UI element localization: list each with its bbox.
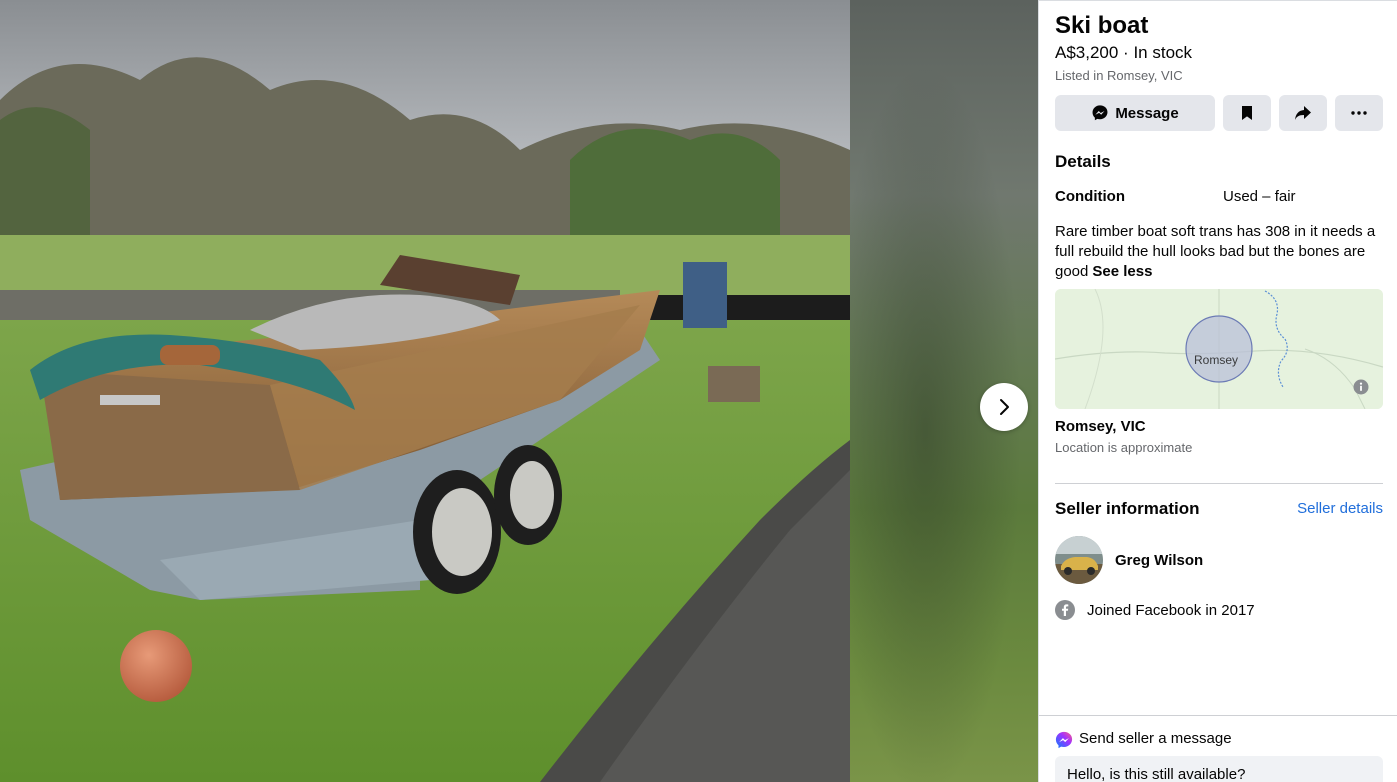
listing-photo [0,0,850,782]
seller-avatar[interactable] [1055,536,1103,584]
listing-location-line: Listed in Romsey, VIC [1055,68,1183,83]
listing-title: Ski boat [1055,12,1149,39]
location-note: Location is approximate [1055,440,1193,455]
section-divider [1055,483,1383,484]
avatar-image [1055,536,1103,584]
map-graphic [1055,289,1383,409]
facebook-icon [1055,600,1075,620]
listing-details-panel: Ski boat A$3,200 · In stock Listed in Ro… [1038,0,1397,782]
listing-price: A$3,200 · In stock [1055,43,1193,62]
condition-label: Condition [1055,188,1125,205]
location-map[interactable]: Romsey [1055,289,1383,409]
chevron-right-icon [1000,399,1009,415]
message-input[interactable] [1055,756,1383,782]
photo-viewer [0,0,1038,782]
info-icon[interactable] [1353,379,1369,395]
send-message-label: Send seller a message [1079,730,1232,747]
share-button[interactable] [1279,95,1327,131]
bookmark-icon [1242,106,1252,120]
see-less-link[interactable]: See less [1092,263,1152,280]
share-icon [1295,106,1311,120]
seller-info-heading: Seller information [1055,499,1200,518]
condition-value: Used – fair [1223,188,1296,205]
seller-details-link[interactable]: Seller details [1297,500,1383,517]
location-title: Romsey, VIC [1055,418,1146,435]
next-photo-button[interactable] [980,383,1028,431]
more-options-button[interactable] [1335,95,1383,131]
seller-name[interactable]: Greg Wilson [1115,552,1203,569]
listing-description: Rare timber boat soft trans has 308 in i… [1055,222,1385,282]
details-heading: Details [1055,152,1111,171]
joined-facebook-text: Joined Facebook in 2017 [1087,602,1255,619]
messenger-color-icon [1055,731,1073,749]
message-button-label: Message [1115,104,1179,122]
map-marker-label: Romsey [1194,353,1239,367]
messenger-icon [1092,105,1108,121]
save-button[interactable] [1223,95,1271,131]
message-button[interactable]: Message [1055,95,1215,131]
more-icon [1351,111,1367,115]
action-bar: Message [1055,95,1383,131]
send-message-section: Send seller a message [1039,715,1397,782]
